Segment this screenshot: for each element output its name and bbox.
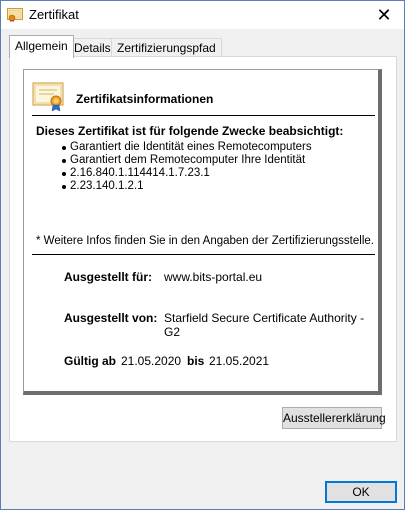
issued-to-label: Ausgestellt für:: [64, 270, 153, 284]
certificate-dialog: Zertifikat ✕ Allgemein Details Zertifizi…: [0, 0, 405, 510]
certificate-window-icon: [7, 8, 23, 22]
close-button[interactable]: ✕: [364, 1, 404, 29]
tab-details[interactable]: Details: [68, 38, 117, 57]
valid-from-label: Gültig ab: [64, 354, 116, 368]
issued-by-value: Starfield Secure Certificate Authority -…: [164, 311, 365, 339]
tab-panel-general: Zertifikatsinformationen Dieses Zertifik…: [9, 56, 397, 442]
certificate-icon: [32, 80, 64, 112]
divider: [32, 254, 375, 255]
purpose-list: Garantiert die Identität eines Remotecom…: [62, 141, 312, 193]
info-heading: Zertifikatsinformationen: [76, 92, 214, 106]
valid-to-label: bis: [187, 354, 205, 368]
purpose-item: 2.16.840.1.114414.1.7.23.1: [62, 167, 312, 180]
certificate-info-box: Zertifikatsinformationen Dieses Zertifik…: [23, 69, 382, 395]
valid-from-value: 21.05.2020: [121, 354, 182, 368]
issuer-statement-button[interactable]: Ausstellererklärung: [282, 407, 386, 429]
purpose-heading: Dieses Zertifikat ist für folgende Zweck…: [36, 124, 344, 138]
divider: [32, 115, 375, 116]
issued-by-label: Ausgestellt von:: [64, 311, 158, 325]
ok-button[interactable]: OK: [325, 481, 397, 503]
issued-to-value: www.bits-portal.eu: [164, 270, 263, 284]
purpose-item: 2.23.140.1.2.1: [62, 180, 312, 193]
purpose-item: Garantiert dem Remotecomputer Ihre Ident…: [62, 154, 312, 167]
purpose-item: Garantiert die Identität eines Remotecom…: [62, 141, 312, 154]
tab-allgemein[interactable]: Allgemein: [9, 35, 74, 58]
valid-to-value: 21.05.2021: [209, 354, 270, 368]
close-icon: ✕: [376, 4, 392, 25]
tab-zertifizierungspfad[interactable]: Zertifizierungspfad: [111, 38, 222, 57]
footnote: * Weitere Infos finden Sie in den Angabe…: [36, 235, 374, 247]
title-bar: Zertifikat ✕: [1, 1, 404, 29]
window-title: Zertifikat: [29, 7, 79, 22]
